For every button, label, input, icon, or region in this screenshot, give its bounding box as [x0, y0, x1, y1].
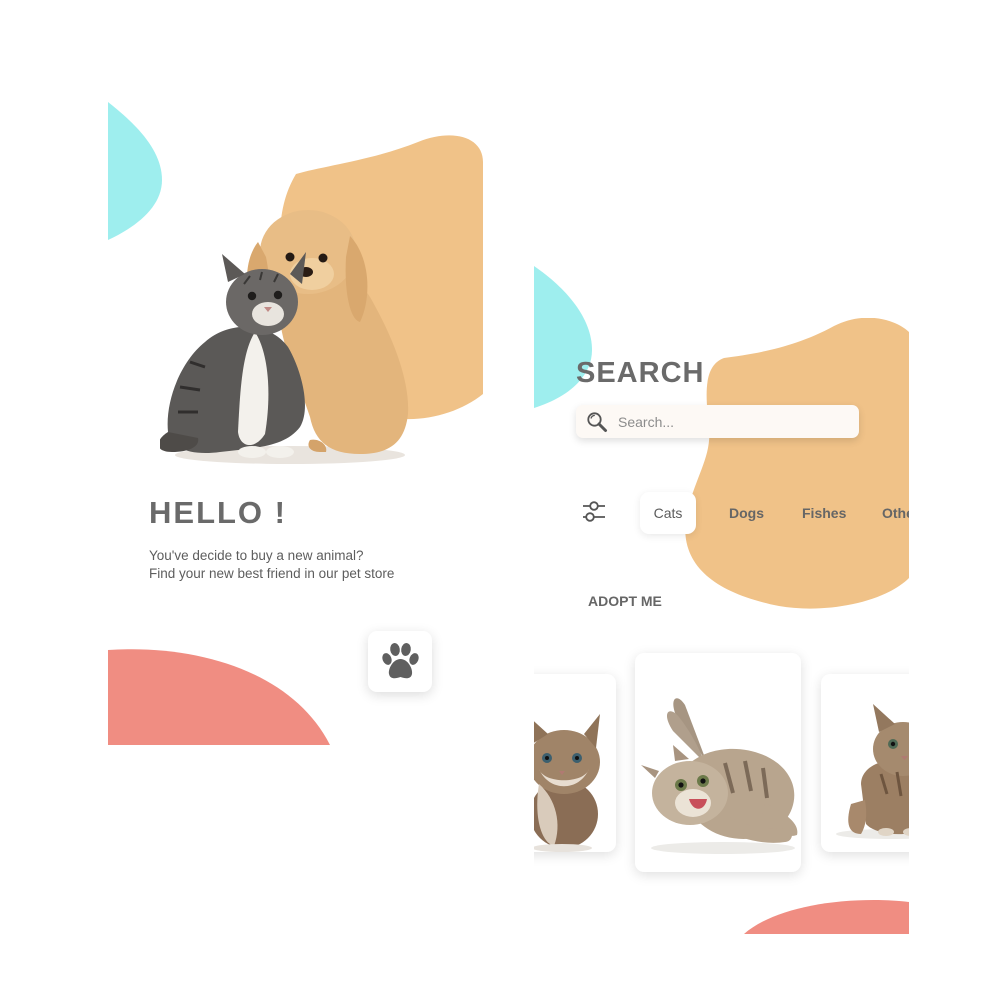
pet-card[interactable] — [635, 653, 801, 872]
pet-card[interactable] — [821, 674, 909, 852]
coral-blob — [108, 649, 330, 745]
intro-line-2: Find your new best friend in our pet sto… — [149, 566, 395, 581]
tab-dogs[interactable]: Dogs — [729, 492, 764, 534]
search-screen: SEARCH Cats Dogs Fishes Others ADOPT ME — [534, 254, 909, 934]
intro-line-1: You've decide to buy a new animal? — [149, 548, 364, 563]
intro-text: You've decide to buy a new animal? Find … — [149, 547, 394, 583]
peach-blob — [685, 318, 909, 609]
tab-cats[interactable]: Cats — [640, 492, 696, 534]
tabby-cat-lying-photo — [641, 698, 798, 854]
filter-button[interactable] — [580, 498, 608, 526]
tab-others[interactable]: Others — [882, 492, 909, 534]
kitten-walking-photo — [836, 704, 909, 839]
search-icon[interactable] — [586, 411, 608, 433]
hello-title: HELLO ! — [149, 495, 287, 530]
start-button[interactable] — [368, 631, 432, 692]
search-input[interactable] — [618, 413, 848, 430]
search-bar[interactable] — [576, 405, 859, 438]
welcome-screen: HELLO ! You've decide to buy a new anima… — [108, 102, 483, 745]
tab-fishes[interactable]: Fishes — [802, 492, 846, 534]
sliders-icon — [583, 501, 605, 522]
paw-icon — [382, 642, 419, 678]
fluffy-kitten-photo — [534, 714, 600, 852]
pet-card[interactable] — [534, 674, 616, 852]
adopt-me-heading: ADOPT ME — [588, 593, 662, 609]
coral-blob — [744, 900, 909, 934]
aqua-blob — [108, 102, 162, 240]
kitten-and-puppy-photo — [160, 210, 409, 464]
search-title: SEARCH — [576, 357, 705, 389]
